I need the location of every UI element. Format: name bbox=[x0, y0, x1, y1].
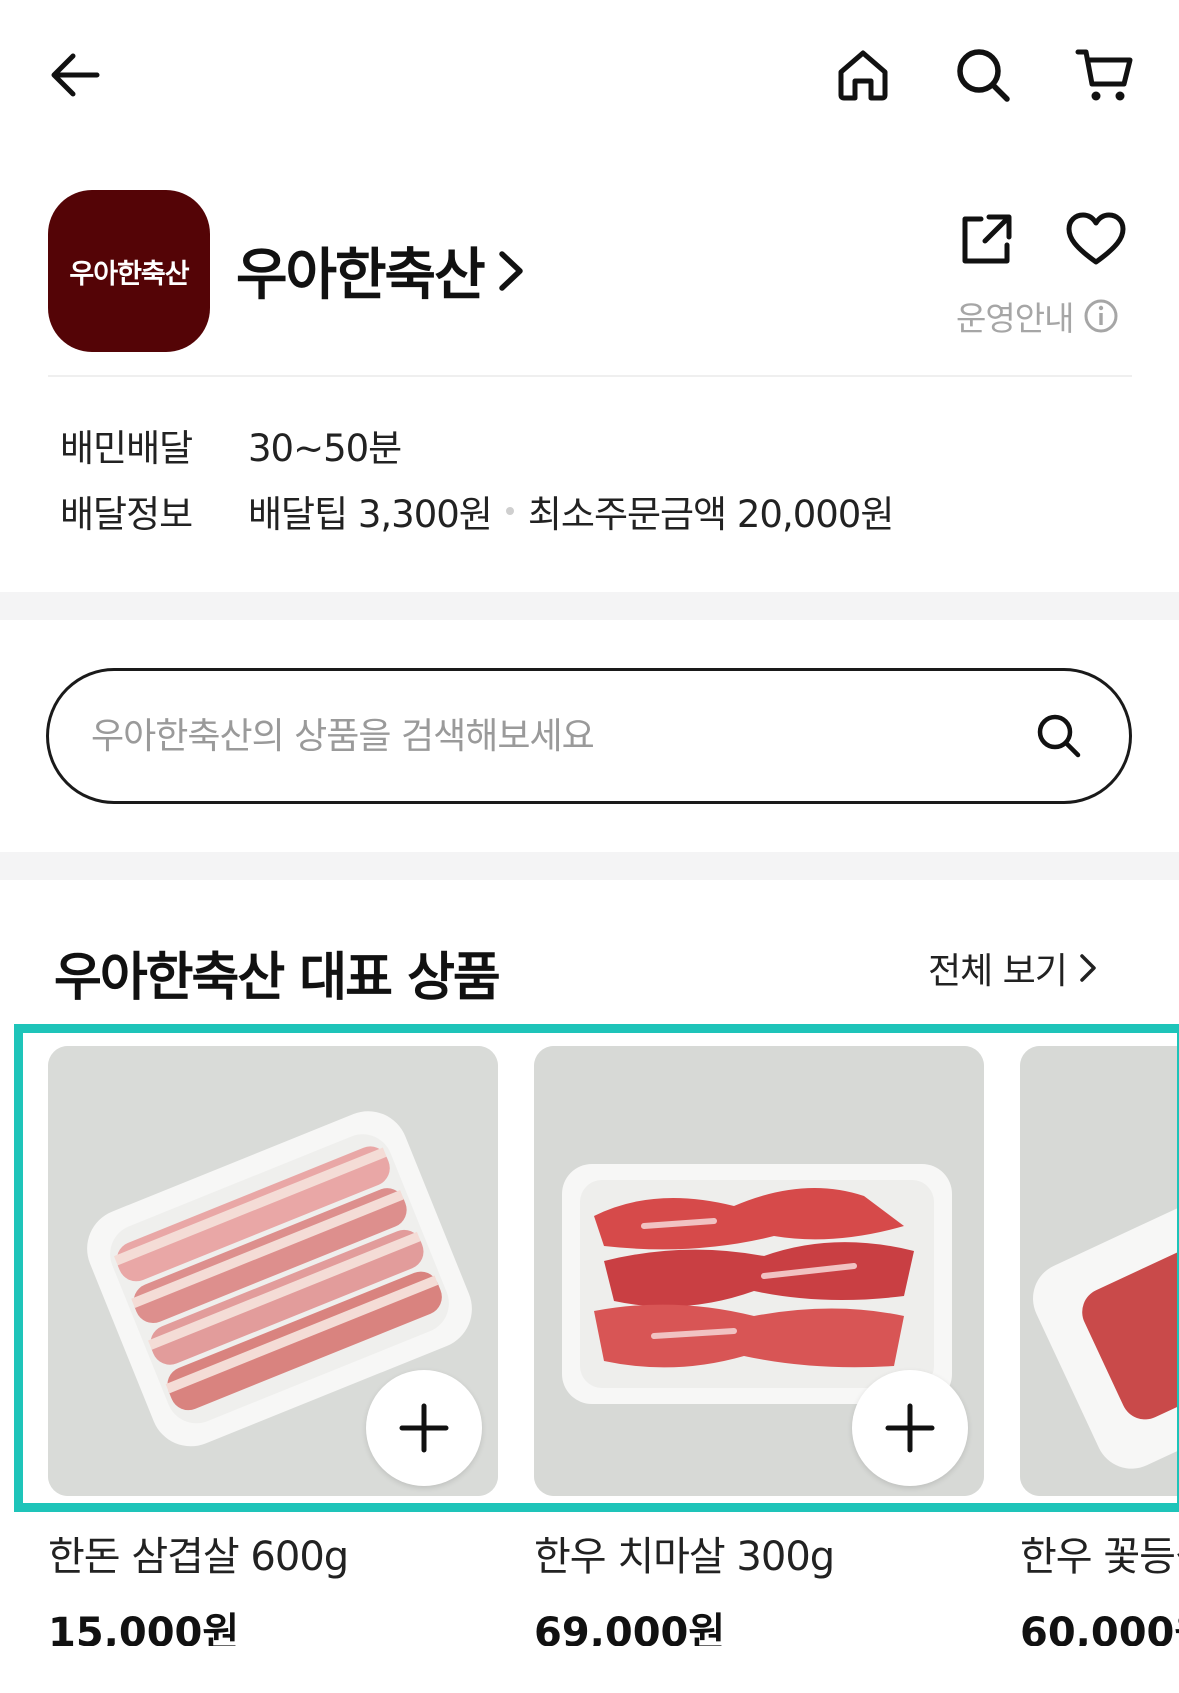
beef-sirloin-photo bbox=[1020, 1046, 1179, 1496]
delivery-fee-row: 배달정보 배달팁 3,300원 최소주문금액 20,000원 bbox=[60, 478, 895, 544]
add-to-cart-button[interactable] bbox=[366, 1370, 482, 1486]
search-submit-button[interactable] bbox=[1031, 708, 1087, 764]
back-button[interactable] bbox=[40, 40, 110, 110]
section-title: 우아한축산 대표 상품 bbox=[54, 948, 501, 1008]
product-price: 60,000원 bbox=[1020, 1610, 1179, 1646]
favorite-button[interactable] bbox=[1056, 202, 1136, 276]
product-price: 15,000원 bbox=[48, 1610, 240, 1646]
separator-dot bbox=[505, 507, 514, 515]
product-image[interactable] bbox=[48, 1046, 498, 1496]
search-button[interactable] bbox=[946, 38, 1020, 112]
header-divider bbox=[48, 375, 1132, 377]
operation-info-link[interactable]: 운영안내 bbox=[956, 292, 1119, 340]
info-icon bbox=[1084, 299, 1118, 333]
delivery-time-value: 30~50분 bbox=[248, 427, 402, 470]
store-logo-text: 우아한축산 bbox=[69, 258, 189, 290]
section-gap bbox=[0, 592, 1179, 620]
heart-icon bbox=[1066, 212, 1126, 265]
product-search-bar[interactable] bbox=[46, 668, 1132, 804]
operation-info-label: 운영안내 bbox=[956, 299, 1074, 338]
plus-icon bbox=[885, 1403, 935, 1453]
cart-button[interactable] bbox=[1068, 38, 1142, 112]
store-name: 우아한축산 bbox=[236, 243, 486, 308]
product-card[interactable]: 한우 치마살 300g 69,000원 bbox=[534, 1046, 984, 1646]
search-icon bbox=[1037, 714, 1081, 758]
product-carousel[interactable]: 한돈 삼겹살 600g 15,000원 한우 치마살 300g 69,000원 bbox=[0, 1046, 1179, 1646]
search-icon bbox=[957, 49, 1010, 102]
product-image[interactable] bbox=[1020, 1046, 1179, 1496]
product-card[interactable]: 한우 꽃등심 60,000원 bbox=[1020, 1046, 1179, 1646]
home-icon bbox=[838, 50, 888, 101]
chevron-right-icon bbox=[498, 250, 523, 291]
plus-icon bbox=[399, 1403, 449, 1453]
delivery-time-row: 배민배달 30~50분 bbox=[60, 412, 893, 478]
product-image[interactable] bbox=[534, 1046, 984, 1496]
delivery-time-label: 배민배달 bbox=[60, 427, 193, 470]
view-all-link[interactable]: 전체 보기 bbox=[928, 942, 1099, 994]
share-button[interactable] bbox=[950, 202, 1024, 276]
home-button[interactable] bbox=[826, 38, 900, 112]
view-all-label: 전체 보기 bbox=[928, 951, 1068, 992]
store-name-link[interactable]: 우아한축산 bbox=[236, 230, 528, 311]
delivery-fee-label: 배달정보 bbox=[60, 493, 193, 536]
arrow-left-icon bbox=[51, 53, 100, 97]
top-nav-bar bbox=[0, 0, 1179, 150]
product-card[interactable]: 한돈 삼겹살 600g 15,000원 bbox=[48, 1046, 498, 1646]
product-search-input[interactable] bbox=[91, 715, 1031, 757]
delivery-info: 배민배달 30~50분 배달정보 배달팁 3,300원 최소주문금액 20,00… bbox=[60, 412, 895, 544]
section-gap bbox=[0, 852, 1179, 880]
store-header: 우아한축산 우아한축산 운영안내 bbox=[0, 180, 1179, 380]
share-icon bbox=[962, 214, 1012, 264]
min-order-value: 최소주문금액 20,000원 bbox=[527, 493, 895, 536]
product-name: 한우 치마살 300g bbox=[534, 1534, 835, 1580]
delivery-tip-value: 배달팁 3,300원 bbox=[248, 493, 493, 536]
product-name: 한우 꽃등심 bbox=[1020, 1534, 1179, 1580]
product-name: 한돈 삼겹살 600g bbox=[48, 1534, 349, 1580]
chevron-right-icon bbox=[1080, 954, 1096, 982]
add-to-cart-button[interactable] bbox=[852, 1370, 968, 1486]
cart-icon bbox=[1075, 49, 1133, 101]
store-logo[interactable]: 우아한축산 bbox=[48, 190, 210, 352]
product-price: 69,000원 bbox=[534, 1610, 726, 1646]
